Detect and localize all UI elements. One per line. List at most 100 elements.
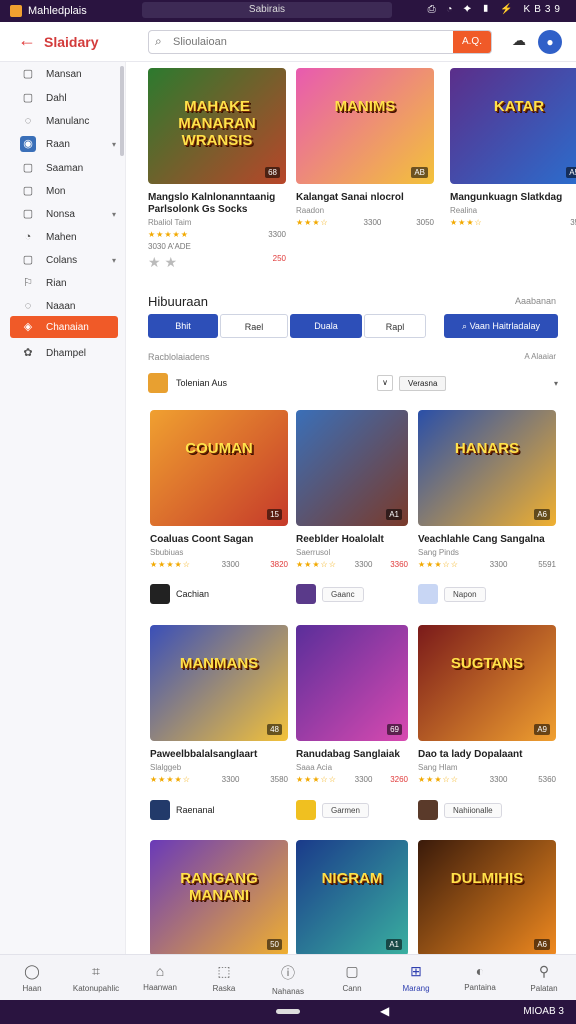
- card-price: 3050: [416, 218, 434, 227]
- card-title[interactable]: Ranudabag Sanglaiak: [296, 749, 408, 761]
- game-card[interactable]: 69 Ranudabag Sanglaiak Saaa Acia ★★★☆☆ 33…: [296, 625, 408, 784]
- sidebar-item-0[interactable]: ▢ Mansan: [10, 64, 118, 84]
- game-thumbnail[interactable]: NIGRAM A1: [296, 840, 408, 954]
- featured-card[interactable]: KATAR A5 Mangunkuagn Slatkdag Realina ★★★…: [450, 68, 576, 227]
- nav-item-5[interactable]: ▢ Cann: [320, 955, 384, 1000]
- section-link[interactable]: Aaabanan: [515, 296, 556, 306]
- sidebar-icon: ◌: [24, 115, 32, 127]
- nav-item-0[interactable]: ◯ Haan: [0, 955, 64, 1000]
- chevron-down-icon: ▾: [111, 255, 116, 265]
- search-input[interactable]: [173, 34, 443, 50]
- card-title[interactable]: Veachlahle Cang Sangalna: [418, 534, 556, 546]
- avatar[interactable]: ●: [538, 30, 562, 54]
- nav-item-1[interactable]: ⌗ Katonupahlic: [64, 955, 128, 1000]
- game-card[interactable]: HANARS A6 Veachlahle Cang Sangalna Sang P…: [418, 410, 556, 569]
- publisher-row[interactable]: Garmen: [296, 800, 369, 820]
- nav-item-7[interactable]: ◐ Pantaina: [448, 955, 512, 1000]
- chevron-down-icon: ▾: [111, 139, 116, 149]
- sidebar-item-11[interactable]: ◈ Chanaian: [10, 316, 118, 338]
- home-pill-icon[interactable]: [276, 1009, 300, 1014]
- sidebar-item-4[interactable]: ▢ Saaman: [10, 158, 118, 178]
- sidebar-item-7[interactable]: ◔ Mahen: [10, 227, 118, 247]
- game-card[interactable]: SUGTANS A9 Dao ta lady Dopalaant Sang Hla…: [418, 625, 556, 784]
- thumbnail-badge: A6: [534, 939, 550, 950]
- game-thumbnail[interactable]: MANMANS 48: [150, 625, 288, 741]
- game-thumbnail[interactable]: 69: [296, 625, 408, 741]
- search-button[interactable]: A.Q.: [453, 31, 491, 53]
- game-thumbnail[interactable]: COUMAN 15: [150, 410, 288, 526]
- card-title[interactable]: Paweelbbalalsanglaart: [150, 749, 288, 761]
- sidebar-item-10[interactable]: ◌ Naaan: [10, 296, 118, 316]
- back-triangle-icon[interactable]: ◀: [380, 1004, 389, 1018]
- game-thumbnail[interactable]: RANGANG MANANI 50: [150, 840, 288, 954]
- sidebar-item-5[interactable]: ▢ Mon: [10, 181, 118, 201]
- sidebar-item-1[interactable]: ▢ Dahl: [10, 88, 118, 108]
- thumbnail-art-text: KATAR: [493, 98, 545, 115]
- card-title[interactable]: Mangunkuagn Slatkdag: [450, 192, 576, 204]
- filter-chip[interactable]: Rapl: [364, 314, 426, 338]
- game-thumbnail[interactable]: A1: [296, 410, 408, 526]
- star-icon[interactable]: ★ ★: [148, 254, 177, 271]
- publisher-row[interactable]: Cachian: [150, 584, 209, 604]
- nav-item-2[interactable]: ⌂ Haanwan: [128, 955, 192, 1000]
- featured-card[interactable]: MAHAKE MANARAN WRANSIS 68 Mangslo Kalnlon…: [148, 68, 286, 271]
- publisher-row[interactable]: Nahiionalle: [418, 800, 502, 820]
- game-thumbnail[interactable]: HANARS A6: [418, 410, 556, 526]
- chevron-down-icon[interactable]: ∨: [377, 375, 394, 391]
- address-bar[interactable]: Sabirais: [142, 2, 392, 18]
- sidebar-scrollbar[interactable]: [120, 66, 124, 156]
- card-title[interactable]: Dao ta lady Dopalaant: [418, 749, 556, 761]
- nav-item-3[interactable]: ⬚ Raska: [192, 955, 256, 1000]
- sidebar-item-12[interactable]: ✿ Dhampel: [10, 343, 118, 363]
- filter-select[interactable]: Verasna: [399, 375, 447, 391]
- thumbnail-art-text: RANGANG MANANI: [180, 870, 258, 904]
- featured-card[interactable]: MANIMS AB Kalangat Sanai nlocrol Raadon ★…: [296, 68, 434, 227]
- card-title[interactable]: Kalangat Sanai nlocrol: [296, 192, 434, 204]
- nav-item-8[interactable]: ⚲ Palatan: [512, 955, 576, 1000]
- filter-chip[interactable]: Duala: [290, 314, 362, 338]
- card-price: 250: [272, 254, 286, 263]
- nav-label: Raska: [212, 984, 236, 993]
- sidebar-item-8[interactable]: ▢ Colans ▾: [10, 250, 118, 270]
- card-title[interactable]: Mangslo Kalnlonanntaanig Parlsolonk Gs S…: [148, 192, 286, 216]
- publisher-avatar: [418, 584, 438, 604]
- game-thumbnail[interactable]: MAHAKE MANARAN WRANSIS 68: [148, 68, 286, 184]
- publisher-row[interactable]: Napon: [418, 584, 486, 604]
- cloud-icon[interactable]: ☁: [512, 32, 526, 49]
- chevron-down-icon: ▾: [111, 209, 116, 219]
- search-action-button[interactable]: ⌕ Vaan Haitrladalay: [444, 314, 558, 338]
- publisher-avatar: [418, 800, 438, 820]
- game-card[interactable]: MANMANS 48 Paweelbbalalsanglaart Slalggeb…: [150, 625, 288, 784]
- game-card[interactable]: DULMIHIS A6: [418, 840, 556, 954]
- arrow-left-icon[interactable]: ←: [18, 30, 36, 51]
- game-thumbnail[interactable]: DULMIHIS A6: [418, 840, 556, 954]
- game-thumbnail[interactable]: MANIMS AB: [296, 68, 434, 184]
- card-title[interactable]: Reeblder Hoalolalt: [296, 534, 408, 546]
- filter-chip[interactable]: Rael: [220, 314, 288, 338]
- nav-item-6[interactable]: ⊞ Marang: [384, 955, 448, 1000]
- sidebar-item-6[interactable]: ▢ Nonsa ▾: [10, 204, 118, 224]
- game-card[interactable]: RANGANG MANANI 50: [150, 840, 288, 954]
- card-title[interactable]: Coaluas Coont Sagan: [150, 534, 288, 546]
- game-thumbnail[interactable]: SUGTANS A9: [418, 625, 556, 741]
- chevron-down-icon[interactable]: ▾: [554, 379, 558, 388]
- sidebar-item-label: Manulanc: [46, 115, 90, 127]
- publisher-row[interactable]: Raenanal: [150, 800, 215, 820]
- sidebar-item-9[interactable]: ⚐ Rian: [10, 273, 118, 293]
- filter-chip[interactable]: Bhit: [148, 314, 218, 338]
- game-card[interactable]: COUMAN 15 Coaluas Coont Sagan Sbubiuas ★★…: [150, 410, 288, 569]
- house-icon: ⌂: [155, 963, 165, 979]
- publisher-row[interactable]: Gaanc: [296, 584, 364, 604]
- game-card[interactable]: A1 Reeblder Hoalolalt Saerrusol ★★★☆☆ 330…: [296, 410, 408, 569]
- subsection-link[interactable]: A Alaaiar: [524, 352, 556, 361]
- game-thumbnail[interactable]: KATAR A5: [450, 68, 576, 184]
- system-status-bar: Mahledplais Sabirais ⎙ ◔ ✦ ▮ ⚡ KB39: [0, 0, 576, 22]
- nav-item-4[interactable]: ⓘ Nahanas: [256, 955, 320, 1000]
- sidebar-item-3[interactable]: ◉ Raan ▾: [10, 134, 118, 154]
- rating-stars: ★★★☆☆: [418, 560, 459, 569]
- sidebar-icon: ▢: [22, 254, 34, 266]
- nav-label: Nahanas: [271, 987, 305, 996]
- sidebar-item-2[interactable]: ◌ Manulanc: [10, 111, 118, 131]
- card-subtitle: Saerrusol: [296, 548, 331, 557]
- game-card[interactable]: NIGRAM A1: [296, 840, 408, 954]
